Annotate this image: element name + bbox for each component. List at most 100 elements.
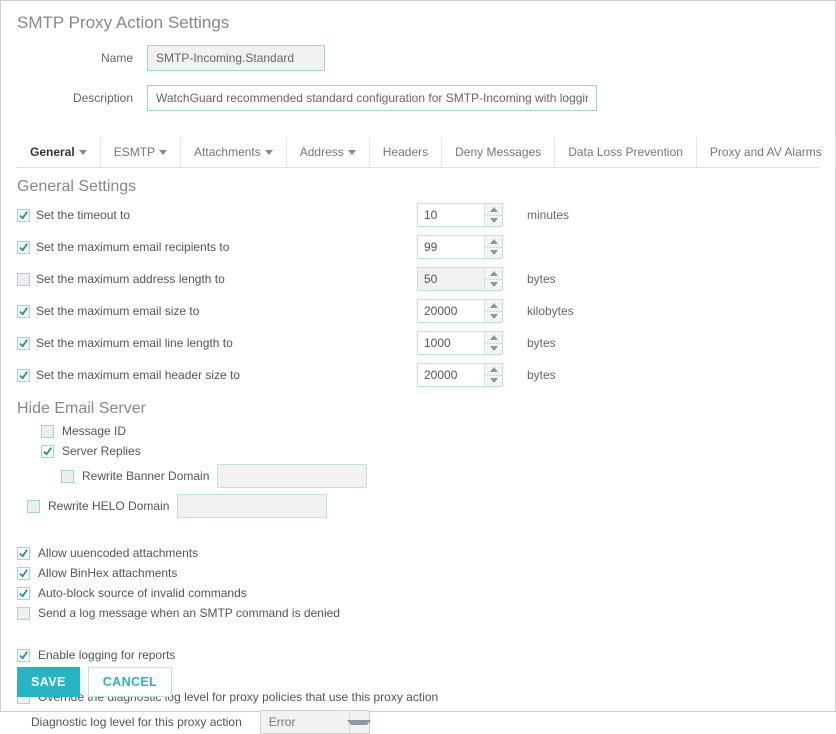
- hdrsize-input[interactable]: [418, 364, 484, 386]
- tab-esmtp[interactable]: ESMTP: [101, 137, 181, 167]
- tab-attachments-label: Attachments: [194, 145, 261, 159]
- addrlen-checkbox[interactable]: [17, 273, 30, 286]
- description-label: Description: [17, 91, 147, 105]
- caret-down-icon: [490, 218, 498, 223]
- banner-input[interactable]: [217, 464, 367, 488]
- hdrsize-up[interactable]: [485, 364, 502, 376]
- addrlen-input[interactable]: [418, 268, 484, 290]
- caret-down-icon: [490, 378, 498, 383]
- tab-bar: General ESMTP Attachments Address Header…: [17, 137, 819, 168]
- description-row: Description: [17, 85, 819, 111]
- size-checkbox[interactable]: [17, 305, 30, 318]
- caret-up-icon: [490, 303, 498, 308]
- msgid-label: Message ID: [62, 424, 126, 438]
- uuencoded-checkbox[interactable]: [17, 547, 30, 560]
- recipients-checkbox[interactable]: [17, 241, 30, 254]
- tab-attachments[interactable]: Attachments: [181, 137, 287, 167]
- enablelog-checkbox[interactable]: [17, 649, 30, 662]
- tab-alarms-label: Proxy and AV Alarms: [710, 145, 822, 159]
- linelen-down[interactable]: [485, 344, 502, 355]
- chevron-down-icon: [348, 150, 356, 155]
- section-hide-heading: Hide Email Server: [17, 400, 819, 418]
- timeout-label: Set the timeout to: [36, 208, 130, 222]
- size-input[interactable]: [418, 300, 484, 322]
- enablelog-label: Enable logging for reports: [38, 648, 175, 662]
- save-button[interactable]: SAVE: [17, 667, 80, 697]
- replies-checkbox[interactable]: [41, 445, 54, 458]
- tab-dlp-label: Data Loss Prevention: [568, 145, 683, 159]
- tab-alarms[interactable]: Proxy and AV Alarms: [697, 137, 836, 167]
- tab-deny-label: Deny Messages: [455, 145, 541, 159]
- recipients-up[interactable]: [485, 236, 502, 248]
- general-settings-grid: Set the timeout to minutes Set the maxim…: [17, 202, 819, 388]
- timeout-spinner[interactable]: [417, 203, 503, 227]
- chevron-down-icon: [349, 711, 369, 733]
- cancel-button[interactable]: CANCEL: [88, 667, 172, 697]
- tab-headers[interactable]: Headers: [370, 137, 442, 167]
- tab-headers-label: Headers: [383, 145, 428, 159]
- binhex-label: Allow BinHex attachments: [38, 566, 177, 580]
- tab-dlp[interactable]: Data Loss Prevention: [555, 137, 697, 167]
- caret-down-icon: [490, 314, 498, 319]
- hdrsize-down[interactable]: [485, 376, 502, 387]
- addrlen-up[interactable]: [485, 268, 502, 280]
- size-down[interactable]: [485, 312, 502, 323]
- recipients-spinner[interactable]: [417, 235, 503, 259]
- linelen-input[interactable]: [418, 332, 484, 354]
- size-label: Set the maximum email size to: [36, 304, 199, 318]
- tab-deny[interactable]: Deny Messages: [442, 137, 555, 167]
- tab-address[interactable]: Address: [287, 137, 370, 167]
- banner-checkbox[interactable]: [61, 470, 74, 483]
- autoblock-checkbox[interactable]: [17, 587, 30, 600]
- loglevel-label: Diagnostic log level for this proxy acti…: [31, 715, 242, 729]
- replies-label: Server Replies: [62, 444, 141, 458]
- caret-up-icon: [490, 335, 498, 340]
- timeout-unit: minutes: [517, 208, 597, 222]
- binhex-checkbox[interactable]: [17, 567, 30, 580]
- addrlen-down[interactable]: [485, 280, 502, 291]
- timeout-checkbox[interactable]: [17, 209, 30, 222]
- chevron-down-icon: [265, 150, 273, 155]
- sendlog-label: Send a log message when an SMTP command …: [38, 606, 340, 620]
- linelen-spinner[interactable]: [417, 331, 503, 355]
- tab-general[interactable]: General: [17, 137, 101, 167]
- loglevel-value: Error: [261, 715, 349, 729]
- helo-label: Rewrite HELO Domain: [48, 499, 169, 513]
- chevron-down-icon: [79, 150, 87, 155]
- tab-address-label: Address: [300, 145, 344, 159]
- description-input[interactable]: [147, 85, 597, 111]
- recipients-label: Set the maximum email recipients to: [36, 240, 229, 254]
- caret-up-icon: [490, 271, 498, 276]
- helo-checkbox[interactable]: [27, 500, 40, 513]
- helo-input[interactable]: [177, 494, 327, 518]
- addrlen-label: Set the maximum address length to: [36, 272, 225, 286]
- size-spinner[interactable]: [417, 299, 503, 323]
- name-input[interactable]: [147, 45, 325, 71]
- hdrsize-unit: bytes: [517, 368, 597, 382]
- hdrsize-checkbox[interactable]: [17, 369, 30, 382]
- caret-up-icon: [490, 239, 498, 244]
- timeout-down[interactable]: [485, 216, 502, 227]
- linelen-label: Set the maximum email line length to: [36, 336, 233, 350]
- name-label: Name: [17, 51, 147, 65]
- hdrsize-spinner[interactable]: [417, 363, 503, 387]
- caret-down-icon: [490, 346, 498, 351]
- size-up[interactable]: [485, 300, 502, 312]
- recipients-down[interactable]: [485, 248, 502, 259]
- linelen-up[interactable]: [485, 332, 502, 344]
- size-unit: kilobytes: [517, 304, 597, 318]
- sendlog-checkbox[interactable]: [17, 607, 30, 620]
- timeout-input[interactable]: [418, 204, 484, 226]
- addrlen-spinner[interactable]: [417, 267, 503, 291]
- caret-up-icon: [490, 367, 498, 372]
- loglevel-select[interactable]: Error: [260, 710, 370, 734]
- linelen-checkbox[interactable]: [17, 337, 30, 350]
- section-general-heading: General Settings: [17, 178, 819, 196]
- linelen-unit: bytes: [517, 336, 597, 350]
- msgid-checkbox[interactable]: [41, 425, 54, 438]
- recipients-input[interactable]: [418, 236, 484, 258]
- autoblock-label: Auto-block source of invalid commands: [38, 586, 247, 600]
- chevron-down-icon: [159, 150, 167, 155]
- timeout-up[interactable]: [485, 204, 502, 216]
- tab-general-label: General: [30, 145, 75, 159]
